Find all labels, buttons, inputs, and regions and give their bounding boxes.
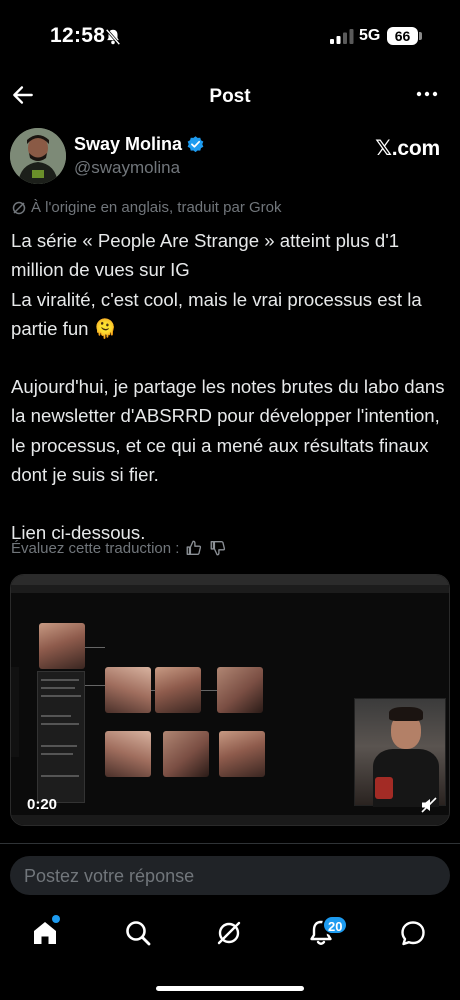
more-options-icon[interactable]	[415, 84, 439, 104]
video-taskbar	[11, 815, 449, 825]
video-node-connector	[85, 647, 105, 648]
video-notes-line	[41, 687, 75, 689]
author-name[interactable]: Sway Molina	[74, 134, 182, 155]
video-notes-line	[41, 695, 81, 697]
video-notes-line	[41, 775, 79, 777]
messages-icon[interactable]	[398, 918, 428, 948]
home-indicator	[156, 986, 304, 991]
signal-icon	[330, 29, 354, 44]
video-browser-urlbar	[11, 585, 449, 593]
avatar[interactable]	[10, 128, 66, 184]
notifications-badge: 20	[322, 915, 349, 935]
webcam-microphone	[375, 777, 393, 799]
avatar-image	[10, 128, 66, 184]
video-node-connector	[151, 690, 155, 691]
video-notes-line	[41, 723, 79, 725]
video-node-thumb	[105, 667, 151, 713]
video-node-connector	[201, 690, 217, 691]
network-type: 5G	[359, 27, 381, 44]
post-text: La série « People Are Strange » atteint …	[11, 226, 451, 548]
author-handle[interactable]: @swaymolina	[74, 158, 180, 178]
webcam-person-hair	[389, 707, 423, 721]
bottom-nav: 20	[0, 905, 460, 965]
bell-slash-icon	[105, 28, 121, 46]
video-duration: 0:20	[27, 796, 58, 813]
video-notes-line	[41, 753, 73, 755]
mute-icon[interactable]	[419, 795, 439, 815]
post-paragraph-1: La série « People Are Strange » atteint …	[11, 230, 422, 339]
video-notes-line	[41, 715, 71, 717]
video-notes-line	[41, 745, 77, 747]
grok-icon[interactable]	[214, 918, 244, 948]
status-time: 12:58	[50, 24, 106, 47]
verified-badge-icon	[187, 136, 204, 153]
search-icon[interactable]	[123, 918, 153, 948]
translate-icon	[12, 201, 26, 214]
post-header: Post	[0, 74, 460, 120]
battery-level: 66	[387, 27, 418, 45]
video-player[interactable]: 0:20	[10, 574, 450, 826]
post-paragraph-2: Aujourd'hui, je partage les notes brutes…	[11, 376, 450, 486]
video-node-thumb	[105, 731, 151, 777]
translation-note-text: À l'origine en anglais, traduit par Grok	[31, 199, 282, 216]
video-browser-tabs	[11, 575, 449, 585]
thumbs-up-icon[interactable]	[185, 539, 203, 557]
reply-placeholder: Postez votre réponse	[24, 866, 195, 886]
page-title: Post	[209, 86, 251, 107]
rate-translation: Évaluez cette traduction :	[11, 539, 227, 557]
rate-translation-label: Évaluez cette traduction :	[11, 539, 180, 557]
home-unread-dot	[52, 915, 60, 923]
video-node-connector	[85, 685, 105, 686]
video-node-thumb	[219, 731, 265, 777]
divider	[0, 843, 460, 844]
video-app-sidebar	[11, 667, 19, 757]
video-node-thumb	[155, 667, 201, 713]
source-label: 𝕏.com	[375, 137, 440, 160]
reply-input[interactable]: Postez votre réponse	[10, 856, 450, 895]
thumbs-down-icon[interactable]	[209, 539, 227, 557]
video-notes-panel	[37, 671, 85, 803]
video-node-thumb	[163, 731, 209, 777]
status-bar: 12:58 5G 66	[0, 0, 460, 74]
video-node-thumb	[39, 623, 85, 669]
battery-tip	[419, 32, 422, 40]
video-notes-line	[41, 679, 79, 681]
video-webcam-overlay	[354, 698, 446, 807]
translation-note: À l'origine en anglais, traduit par Grok	[11, 199, 282, 216]
video-node-thumb	[217, 667, 263, 713]
